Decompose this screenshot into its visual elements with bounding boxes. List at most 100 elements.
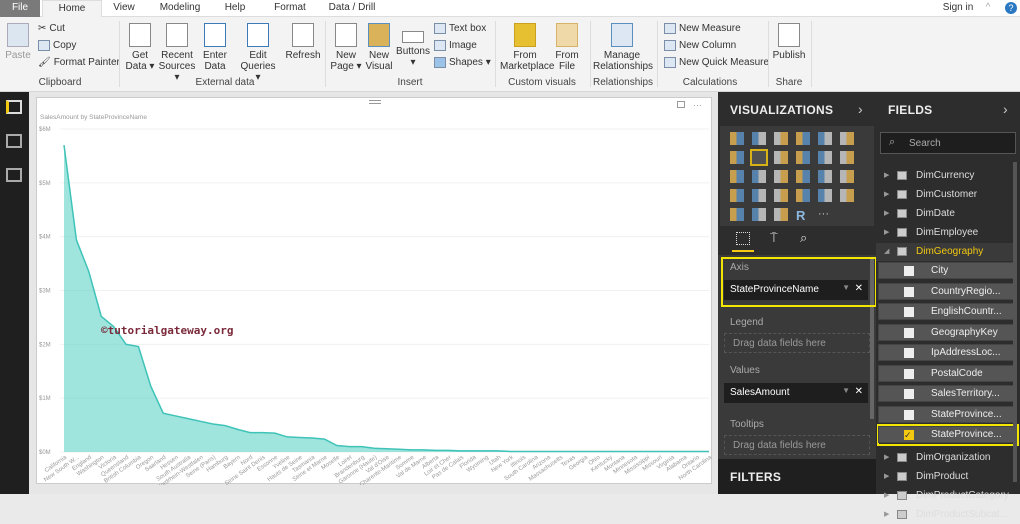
treemap-icon[interactable] <box>818 170 832 183</box>
tab-home[interactable]: Home <box>42 0 102 18</box>
expand-icon[interactable]: ▶ <box>884 190 889 198</box>
more-options-icon[interactable]: ··· <box>693 100 702 110</box>
map-icon[interactable] <box>840 170 854 183</box>
collapse-icon[interactable]: ◢ <box>884 247 889 255</box>
checkbox[interactable]: ✓ <box>904 430 914 440</box>
checkbox[interactable] <box>904 328 914 338</box>
fields-tab-icon[interactable] <box>736 232 750 245</box>
from-marketplace-button[interactable]: From Marketplace <box>500 23 550 72</box>
expand-icon[interactable]: ▶ <box>884 209 889 217</box>
paste-button[interactable]: Paste <box>4 23 32 61</box>
stacked-area-icon[interactable] <box>774 151 788 164</box>
publish-button[interactable]: Publish <box>772 23 806 61</box>
field-table-dimgeography[interactable]: ◢DimGeography <box>876 243 1016 261</box>
line-column-icon[interactable] <box>796 151 810 164</box>
report-view-icon[interactable] <box>6 100 22 114</box>
funnel-icon[interactable] <box>752 189 766 202</box>
dropdown-icon[interactable]: ▼ <box>842 386 850 395</box>
field-englishcountr[interactable]: EnglishCountr... <box>878 303 1014 320</box>
new-page-button[interactable]: New Page ▾ <box>330 23 362 72</box>
field-stateprovince[interactable]: ✓StateProvince... <box>878 426 1014 443</box>
donut-icon[interactable] <box>796 170 810 183</box>
sign-in-link[interactable]: Sign in <box>940 0 976 17</box>
drag-handle-icon[interactable] <box>369 100 381 104</box>
100-stacked-column-icon[interactable] <box>840 132 854 145</box>
table-icon[interactable] <box>752 208 766 221</box>
checkbox[interactable] <box>904 287 914 297</box>
checkbox[interactable] <box>904 307 914 317</box>
clustered-bar-icon[interactable] <box>774 132 788 145</box>
tab-data-drill[interactable]: Data / Drill <box>322 0 382 17</box>
field-countryregio[interactable]: CountryRegio... <box>878 283 1014 300</box>
refresh-button[interactable]: Refresh <box>285 23 321 61</box>
field-postalcode[interactable]: PostalCode <box>878 365 1014 382</box>
fields-scrollbar[interactable] <box>1013 162 1017 482</box>
multi-row-card-icon[interactable] <box>818 189 832 202</box>
recent-sources-button[interactable]: Recent Sources ▾ <box>157 23 197 83</box>
checkbox[interactable] <box>904 410 914 420</box>
field-table-dimproductcategory[interactable]: ▶DimProductCategory <box>876 487 1016 505</box>
field-table-dimproduct[interactable]: ▶DimProduct <box>876 468 1016 486</box>
field-ipaddressloc[interactable]: IpAddressLoc... <box>878 344 1014 361</box>
shapes-button[interactable]: Shapes ▾ <box>434 57 491 68</box>
100-stacked-bar-icon[interactable] <box>818 132 832 145</box>
field-table-dimemployee[interactable]: ▶DimEmployee <box>876 224 1016 242</box>
kpi-icon[interactable] <box>840 189 854 202</box>
new-visual-button[interactable]: New Visual <box>364 23 394 72</box>
search-input[interactable]: ⌕ Search <box>880 132 1016 154</box>
collapse-visualizations-icon[interactable]: › <box>858 101 863 117</box>
field-geographykey[interactable]: GeographyKey <box>878 324 1014 341</box>
checkbox[interactable] <box>904 369 914 379</box>
image-button[interactable]: Image <box>434 40 477 51</box>
new-column-button[interactable]: New Column <box>664 40 736 51</box>
field-stateprovince[interactable]: StateProvince... <box>878 406 1014 423</box>
matrix-icon[interactable] <box>774 208 788 221</box>
collapse-ribbon-icon[interactable]: ^ <box>983 0 993 17</box>
waterfall-icon[interactable] <box>730 170 744 183</box>
checkbox[interactable] <box>904 389 914 399</box>
more-icon[interactable]: ··· <box>818 208 832 221</box>
clustered-column-icon[interactable] <box>796 132 810 145</box>
tab-modeling[interactable]: Modeling <box>150 0 210 17</box>
stacked-bar-icon[interactable] <box>730 132 744 145</box>
new-measure-button[interactable]: New Measure <box>664 23 741 34</box>
expand-icon[interactable]: ▶ <box>884 171 889 179</box>
tab-view[interactable]: View <box>108 0 140 17</box>
text-box-button[interactable]: Text box <box>434 23 486 34</box>
pie-icon[interactable] <box>774 170 788 183</box>
field-table-dimdate[interactable]: ▶DimDate <box>876 205 1016 223</box>
from-file-button[interactable]: From File <box>553 23 581 72</box>
area-chart-visual[interactable]: $0M$1M$2M$3M$4M$5M$6MCaliforniaNew South… <box>36 97 712 484</box>
line-clustered-column-icon[interactable] <box>818 151 832 164</box>
expand-icon[interactable]: ▶ <box>884 472 889 480</box>
remove-icon[interactable]: ✕ <box>855 386 863 397</box>
tab-file[interactable]: File <box>0 0 40 17</box>
field-table-dimcurrency[interactable]: ▶DimCurrency <box>876 167 1016 185</box>
slicer-icon[interactable] <box>730 208 744 221</box>
cut-button[interactable]: ✂Cut <box>38 23 65 34</box>
filled-map-icon[interactable] <box>730 189 744 202</box>
line-chart-icon[interactable] <box>730 151 744 164</box>
card-icon[interactable] <box>796 189 810 202</box>
legend-drop-zone[interactable]: Drag data fields here <box>724 333 870 353</box>
values-field-pill[interactable]: SalesAmount▼✕ <box>724 383 868 403</box>
expand-icon[interactable]: ▶ <box>884 228 889 236</box>
format-painter-button[interactable]: 🖌Format Painter <box>38 57 120 68</box>
focus-mode-icon[interactable] <box>677 101 685 108</box>
scatter-icon[interactable] <box>752 170 766 183</box>
copy-button[interactable]: Copy <box>38 40 76 51</box>
stacked-column-icon[interactable] <box>752 132 766 145</box>
enter-data-button[interactable]: Enter Data <box>200 23 230 72</box>
expand-icon[interactable]: ▶ <box>884 491 889 499</box>
help-icon[interactable]: ? <box>1005 2 1017 14</box>
ribbon-chart-icon[interactable] <box>840 151 854 164</box>
edit-queries-button[interactable]: Edit Queries ▾ <box>238 23 278 83</box>
r-visual-icon[interactable]: R <box>796 208 810 221</box>
relationships-view-icon[interactable] <box>6 168 22 182</box>
manage-relationships-button[interactable]: Manage Relationships <box>593 23 651 72</box>
data-view-icon[interactable] <box>6 134 22 148</box>
expand-icon[interactable]: ▶ <box>884 453 889 461</box>
analytics-magnifier-icon[interactable]: ⌕ <box>800 230 807 246</box>
collapse-fields-icon[interactable]: › <box>1003 101 1008 117</box>
tab-help[interactable]: Help <box>220 0 250 17</box>
